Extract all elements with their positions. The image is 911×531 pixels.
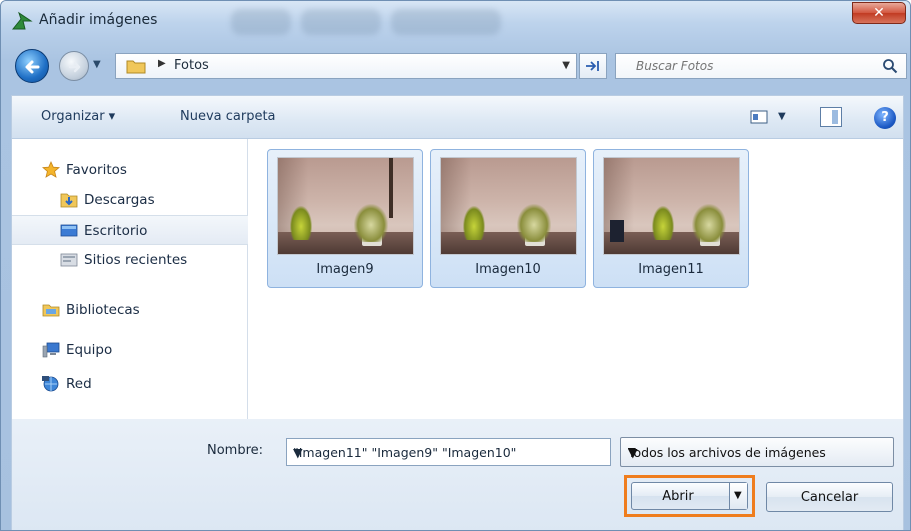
file-name: Imagen11 bbox=[638, 262, 704, 277]
sidebar-item-descargas[interactable]: Descargas bbox=[12, 185, 248, 215]
file-item-imagen9[interactable]: Imagen9 bbox=[267, 149, 423, 288]
back-button[interactable] bbox=[15, 49, 49, 83]
image-thumbnail bbox=[277, 157, 414, 255]
dialog-footer: Nombre: "Imagen11" "Imagen9" "Imagen10" … bbox=[11, 419, 904, 530]
close-button[interactable]: ✕ bbox=[852, 2, 906, 24]
desktop-icon bbox=[60, 224, 78, 237]
title-bar: Añadir imágenes ✕ bbox=[1, 1, 910, 41]
blurred-background bbox=[231, 9, 291, 35]
sidebar-item-equipo[interactable]: Equipo bbox=[12, 335, 248, 365]
downloads-folder-icon bbox=[60, 193, 78, 208]
image-thumbnail bbox=[440, 157, 577, 255]
search-box[interactable] bbox=[615, 53, 907, 79]
file-item-imagen11[interactable]: Imagen11 bbox=[593, 149, 749, 288]
file-type-select[interactable]: Todos los archivos de imágenes ▼ bbox=[620, 437, 894, 467]
preview-pane-button[interactable] bbox=[820, 107, 842, 127]
folder-icon bbox=[126, 60, 146, 74]
refresh-icon bbox=[586, 61, 599, 71]
search-input[interactable] bbox=[616, 54, 866, 78]
file-name-label: Nombre: bbox=[207, 443, 264, 458]
chevron-down-icon[interactable]: ▼ bbox=[628, 445, 868, 460]
sidebar-item-favoritos[interactable]: Favoritos bbox=[12, 155, 248, 185]
star-icon bbox=[42, 161, 60, 178]
libraries-icon bbox=[42, 304, 60, 317]
refresh-button[interactable] bbox=[579, 53, 607, 79]
blurred-background bbox=[301, 9, 381, 35]
address-bar[interactable]: ▶ Fotos ▼ bbox=[115, 53, 577, 79]
window-title: Añadir imágenes bbox=[39, 12, 158, 28]
chevron-down-icon[interactable]: ▼ bbox=[293, 445, 604, 460]
open-options-dropdown[interactable]: ▼ bbox=[729, 483, 747, 509]
cancel-button[interactable]: Cancelar bbox=[766, 482, 893, 512]
breadcrumb-separator-icon[interactable]: ▶ bbox=[158, 58, 166, 69]
file-item-imagen10[interactable]: Imagen10 bbox=[430, 149, 586, 288]
new-folder-button[interactable]: Nueva carpeta bbox=[180, 109, 276, 124]
sidebar-item-label: Favoritos bbox=[66, 162, 127, 178]
file-name: Imagen10 bbox=[475, 262, 541, 277]
sidebar-item-label: Bibliotecas bbox=[66, 302, 140, 318]
sidebar-item-label: Descargas bbox=[84, 192, 155, 208]
navigation-pane: Favoritos Descargas Escritorio Sitios re… bbox=[12, 139, 248, 419]
change-view-icon[interactable] bbox=[750, 109, 768, 125]
navigation-bar: ▼ ▶ Fotos ▼ bbox=[1, 41, 910, 91]
breadcrumb-fotos[interactable]: Fotos bbox=[174, 58, 209, 73]
sidebar-item-sitios-recientes[interactable]: Sitios recientes bbox=[12, 245, 248, 275]
back-arrow-icon bbox=[25, 60, 40, 74]
network-icon bbox=[42, 376, 59, 392]
recent-places-icon bbox=[60, 253, 78, 267]
address-dropdown-icon[interactable]: ▼ bbox=[562, 60, 570, 71]
forward-button[interactable] bbox=[59, 51, 89, 81]
help-button[interactable]: ? bbox=[874, 107, 896, 129]
organize-menu[interactable]: Organizar ▾ bbox=[41, 109, 115, 124]
command-toolbar: Organizar ▾ Nueva carpeta ▼ ? bbox=[11, 95, 904, 139]
image-thumbnail bbox=[603, 157, 740, 255]
view-options-dropdown[interactable]: ▼ bbox=[778, 111, 786, 122]
recent-locations-dropdown[interactable]: ▼ bbox=[93, 59, 101, 70]
sidebar-item-label: Equipo bbox=[66, 342, 113, 358]
sidebar-item-bibliotecas[interactable]: Bibliotecas bbox=[12, 295, 248, 325]
chevron-down-icon: ▼ bbox=[734, 490, 742, 501]
sidebar-item-label: Sitios recientes bbox=[84, 252, 188, 268]
sidebar-item-label: Escritorio bbox=[84, 223, 148, 239]
file-dialog-window: Añadir imágenes ✕ ▼ ▶ Fotos ▼ Buscar Fot… bbox=[0, 0, 911, 531]
sidebar-item-red[interactable]: Red bbox=[12, 369, 248, 399]
open-button-label: Abrir bbox=[662, 489, 694, 504]
sidebar-item-escritorio[interactable]: Escritorio bbox=[12, 215, 248, 245]
file-name: Imagen9 bbox=[316, 262, 374, 277]
open-button[interactable]: Abrir ▼ bbox=[631, 482, 748, 510]
content-area: Favoritos Descargas Escritorio Sitios re… bbox=[11, 139, 904, 419]
app-icon bbox=[11, 11, 33, 30]
search-icon[interactable] bbox=[882, 58, 898, 74]
sidebar-item-label: Red bbox=[66, 376, 92, 392]
file-name-input[interactable]: "Imagen11" "Imagen9" "Imagen10" ▼ bbox=[286, 438, 611, 466]
forward-arrow-icon bbox=[68, 61, 81, 73]
blurred-background bbox=[391, 9, 501, 35]
computer-icon bbox=[42, 342, 60, 358]
